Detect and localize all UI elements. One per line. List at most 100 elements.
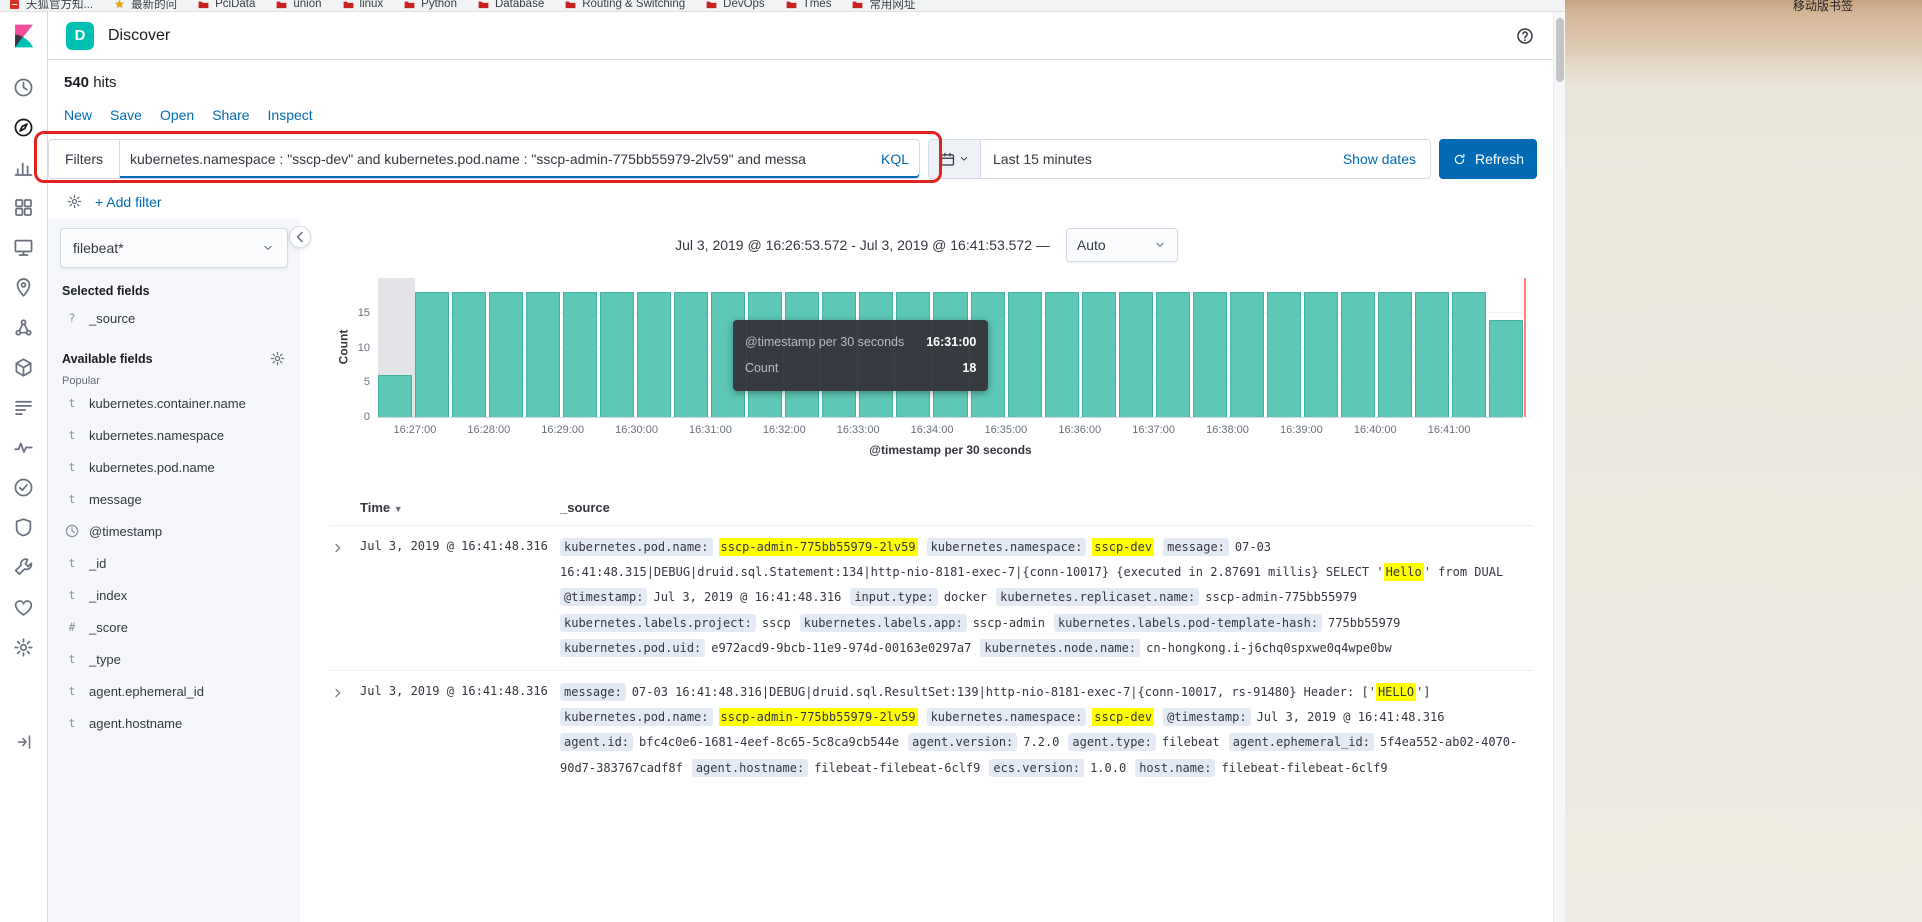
expand-row-button[interactable]: [330, 685, 346, 701]
time-range-label[interactable]: Last 15 minutes: [981, 151, 1104, 167]
bookmark-item[interactable]: union: [275, 0, 322, 11]
menu-save[interactable]: Save: [110, 107, 142, 123]
index-pattern-select[interactable]: filebeat*: [60, 228, 288, 268]
x-axis-label: @timestamp per 30 seconds: [869, 443, 1032, 457]
collapse-sidebar-button[interactable]: [289, 226, 311, 248]
kql-selector[interactable]: KQL: [881, 151, 909, 167]
histogram-bar[interactable]: [1377, 291, 1412, 417]
histogram-bar[interactable]: [526, 291, 561, 417]
bookmark-item[interactable]: Python: [403, 0, 457, 11]
nav-stack-monitoring[interactable]: [12, 596, 35, 619]
menu-new[interactable]: New: [64, 107, 92, 123]
histogram-bar[interactable]: [1155, 291, 1190, 417]
column-header-time[interactable]: Time ▼: [360, 500, 560, 515]
histogram-bar[interactable]: [1451, 291, 1486, 417]
bookmark-item[interactable]: DevOps: [705, 0, 765, 11]
nav-dashboard[interactable]: [12, 196, 35, 219]
field-item-kubernetes-namespace[interactable]: t kubernetes.namespace: [60, 419, 288, 451]
add-filter-button[interactable]: + Add filter: [95, 194, 162, 210]
help-icon[interactable]: [1515, 26, 1535, 46]
calendar-button[interactable]: [929, 140, 981, 178]
histogram-bar[interactable]: [1044, 291, 1079, 417]
histogram-bar[interactable]: [1081, 291, 1116, 417]
histogram-bar[interactable]: [1118, 291, 1153, 417]
bookmark-item[interactable]: 最新的问: [113, 0, 177, 11]
field-item-_index[interactable]: t _index: [60, 579, 288, 611]
show-dates-button[interactable]: Show dates: [1329, 151, 1430, 167]
refresh-button[interactable]: Refresh: [1439, 139, 1537, 179]
field-item-kubernetes-pod-name[interactable]: t kubernetes.pod.name: [60, 451, 288, 483]
field-name: _source: [89, 310, 136, 326]
bookmark-item[interactable]: 天狐官方知...: [8, 0, 93, 11]
bookmark-item[interactable]: Tmes: [785, 0, 831, 11]
kibana-logo[interactable]: [0, 12, 48, 60]
field-value: cn-hongkong.i-j6chq0spxwe0q4wpe0bw: [1146, 640, 1392, 655]
bookmark-item[interactable]: 常用网址: [851, 0, 915, 11]
field-item-kubernetes-container-name[interactable]: t kubernetes.container.name: [60, 387, 288, 419]
fields-settings-icon[interactable]: [269, 350, 286, 367]
expand-row-button[interactable]: [330, 540, 346, 556]
histogram-bar[interactable]: [378, 375, 413, 417]
nav-machine-learning[interactable]: [12, 316, 35, 339]
nav-apm[interactable]: [12, 436, 35, 459]
field-item--timestamp[interactable]: @timestamp: [60, 515, 288, 547]
nav-visualize[interactable]: [12, 156, 35, 179]
histogram-bar[interactable]: [674, 291, 709, 417]
field-item-_type[interactable]: t _type: [60, 643, 288, 675]
histogram-bar[interactable]: [1229, 291, 1264, 417]
scrollbar[interactable]: [1553, 12, 1565, 922]
nav-management[interactable]: [12, 636, 35, 659]
nav-uptime[interactable]: [12, 476, 35, 499]
field-item-message[interactable]: t message: [60, 483, 288, 515]
histogram-bar[interactable]: [415, 291, 450, 417]
popular-label: Popular: [62, 375, 100, 387]
bookmark-item[interactable]: PciData: [197, 0, 255, 11]
nav-discover[interactable]: [12, 116, 35, 139]
histogram-bar[interactable]: [489, 291, 524, 417]
query-text: kubernetes.namespace : "sscp-dev" and ku…: [130, 151, 806, 167]
histogram-bar[interactable]: [1303, 291, 1338, 417]
histogram-bar[interactable]: [1266, 291, 1301, 417]
field-item-agent-ephemeral_id[interactable]: t agent.ephemeral_id: [60, 675, 288, 707]
field-item-_score[interactable]: # _score: [60, 611, 288, 643]
bookmark-item[interactable]: linux: [342, 0, 383, 11]
nav-recently-viewed[interactable]: [12, 76, 35, 99]
histogram-bar[interactable]: [1414, 291, 1449, 417]
interval-select[interactable]: Auto: [1065, 228, 1178, 262]
nav-canvas[interactable]: [12, 236, 35, 259]
menu-share[interactable]: Share: [212, 107, 249, 123]
filter-settings-icon[interactable]: [66, 193, 83, 210]
histogram-bar[interactable]: [1007, 291, 1042, 417]
nav-collapse-button[interactable]: [14, 732, 34, 752]
histogram-bar[interactable]: [637, 291, 672, 417]
query-input[interactable]: kubernetes.namespace : "sscp-dev" and ku…: [120, 139, 920, 179]
x-tick: 16:41:00: [1427, 424, 1471, 436]
histogram-bar[interactable]: [600, 291, 635, 417]
bookmark-item[interactable]: Database: [477, 0, 544, 11]
nav-dev-tools[interactable]: [12, 556, 35, 579]
histogram-bar[interactable]: [452, 291, 487, 417]
field-item-agent-hostname[interactable]: t agent.hostname: [60, 707, 288, 739]
histogram-bar[interactable]: [563, 291, 598, 417]
menu-inspect[interactable]: Inspect: [268, 107, 313, 123]
field-item-_id[interactable]: t _id: [60, 547, 288, 579]
folder-icon: [706, 1, 717, 8]
nav-infrastructure[interactable]: [12, 356, 35, 379]
folder-icon: [404, 1, 415, 8]
filters-button[interactable]: Filters: [48, 139, 120, 179]
nav-siem[interactable]: [12, 516, 35, 539]
nav-maps[interactable]: [12, 276, 35, 299]
histogram-bar[interactable]: [1340, 291, 1375, 417]
space-avatar[interactable]: D: [66, 21, 94, 50]
documents-table: Time ▼ _source Jul 3, 2019 @ 16:41:48.31…: [320, 496, 1533, 790]
field-item-_source[interactable]: ? _source: [60, 302, 288, 334]
scrollbar-thumb[interactable]: [1556, 18, 1564, 82]
bookmark-item[interactable]: Routing & Switching: [564, 0, 685, 11]
histogram-bar[interactable]: [1488, 319, 1523, 417]
tooltip-count-value: 18: [962, 361, 977, 376]
nav-logs[interactable]: [12, 396, 35, 419]
histogram-bar[interactable]: [1192, 291, 1227, 417]
sort-arrow-icon: ▼: [393, 504, 403, 514]
menu-open[interactable]: Open: [160, 107, 194, 123]
kibana-nav-rail: [0, 12, 48, 922]
